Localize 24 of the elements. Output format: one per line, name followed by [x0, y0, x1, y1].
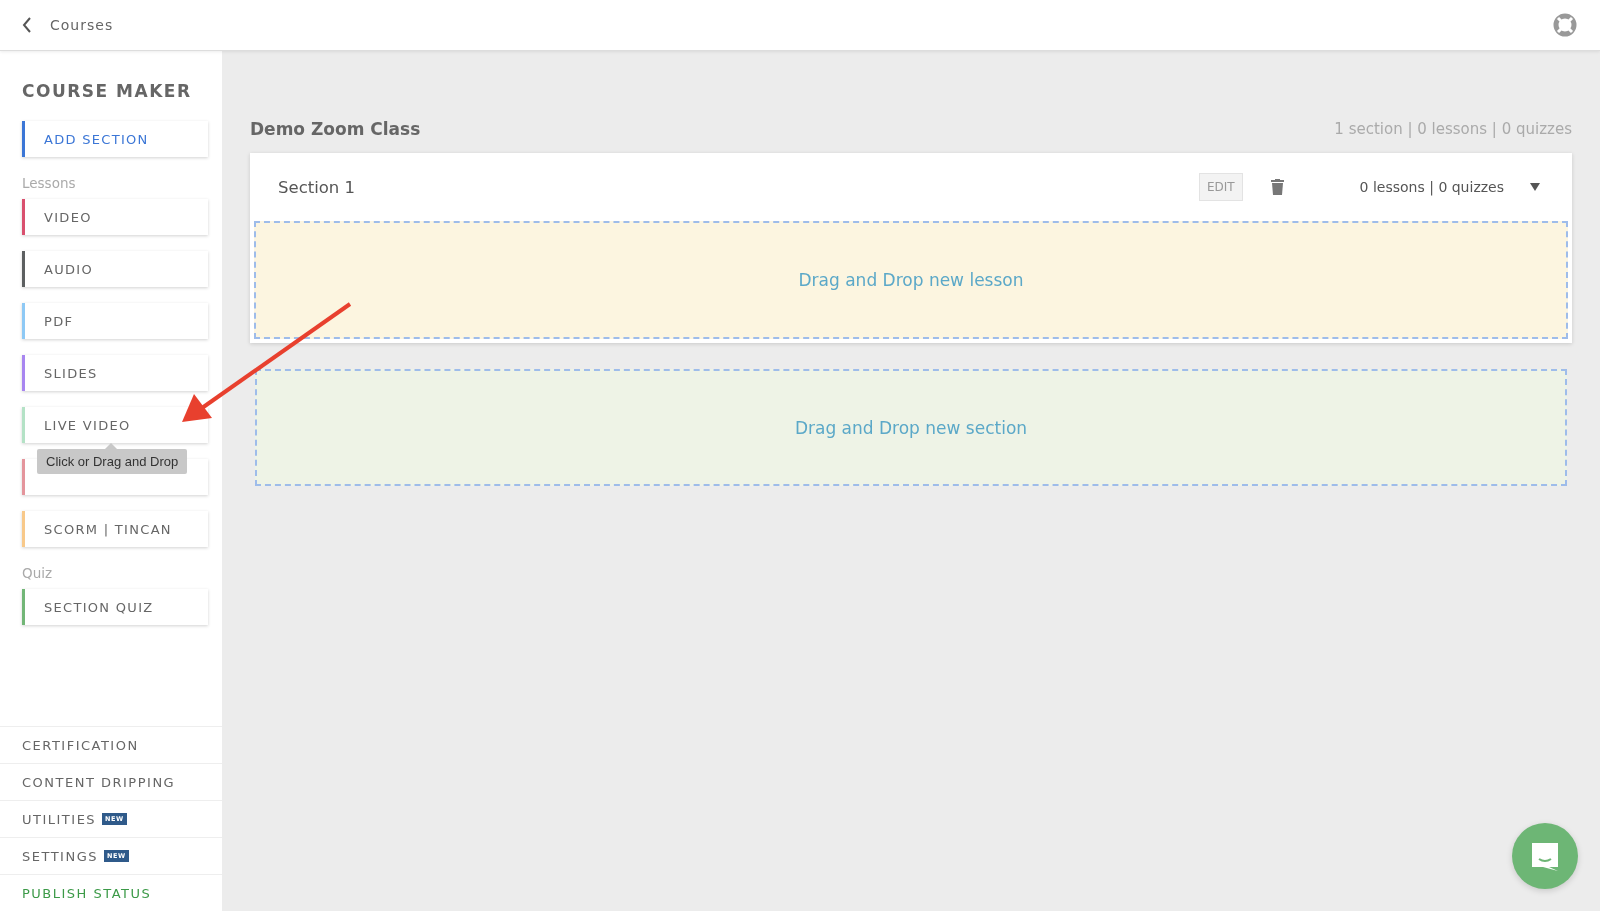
caret-icon[interactable]: [1530, 183, 1540, 191]
course-summary: 1 section | 0 lessons | 0 quizzes: [1334, 120, 1572, 138]
chevron-left-icon: [22, 17, 32, 33]
trash-icon[interactable]: [1270, 179, 1284, 195]
section-counts: 0 lessons | 0 quizzes: [1359, 179, 1504, 195]
section-title: Section 1: [278, 177, 357, 197]
tooltip-pointer: [105, 443, 117, 449]
sidebar-title: COURSE MAKER: [22, 81, 193, 101]
lesson-type-button[interactable]: PDF: [22, 303, 208, 339]
lesson-type-button[interactable]: SCORM | TINCAN: [22, 511, 208, 547]
lesson-type-button[interactable]: SECTION QUIZ: [22, 589, 208, 625]
add-section-button[interactable]: ADD SECTION: [22, 121, 208, 157]
back-link[interactable]: Courses: [22, 17, 114, 33]
course-title: Demo Zoom Class: [250, 119, 421, 139]
help-icon[interactable]: [1552, 12, 1578, 38]
chat-icon: [1529, 840, 1561, 872]
lesson-type-button[interactable]: VIDEO: [22, 199, 208, 235]
lesson-type-button[interactable]: AUDIO: [22, 251, 208, 287]
lesson-type-button[interactable]: LIVE VIDEO: [22, 407, 208, 443]
group-heading: Quiz: [22, 565, 54, 581]
lesson-type-button[interactable]: SLIDES: [22, 355, 208, 391]
group-heading: Lessons: [22, 175, 77, 191]
tooltip: Click or Drag and Drop: [37, 449, 188, 474]
chat-button[interactable]: [1512, 823, 1578, 889]
